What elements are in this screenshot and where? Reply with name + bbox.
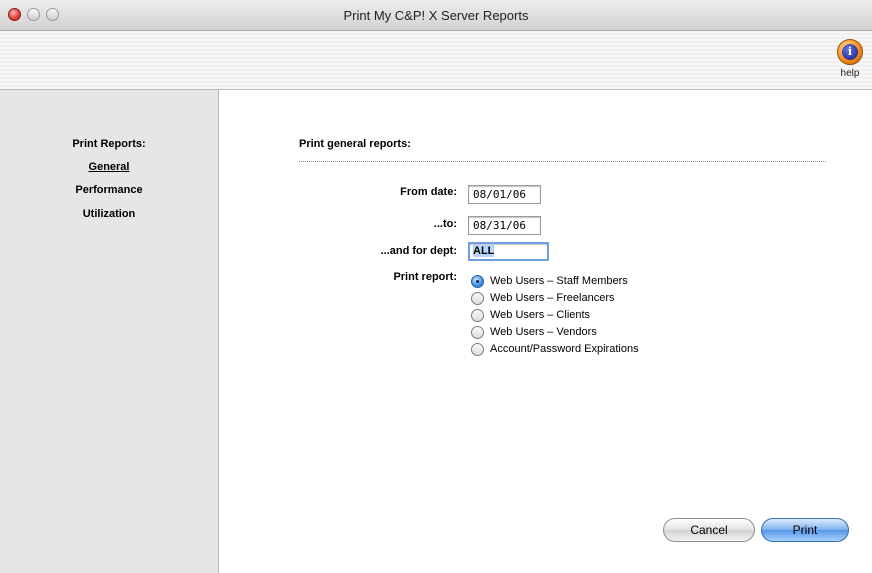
section-title: Print general reports: <box>299 138 411 150</box>
main-panel: Print general reports: From date: 08/01/… <box>219 90 872 573</box>
help-button[interactable]: i help <box>833 37 867 85</box>
toolbar: i help <box>0 31 872 90</box>
to-date-field[interactable]: 08/31/06 <box>468 216 541 235</box>
from-date-label: From date: <box>400 186 457 198</box>
radio-label: Web Users – Freelancers <box>490 292 615 304</box>
sidebar-item-general[interactable]: General <box>0 161 218 173</box>
radio-clients[interactable]: Web Users – Clients <box>471 307 590 323</box>
section-divider <box>299 161 826 162</box>
print-report-label: Print report: <box>393 271 457 283</box>
radio-button[interactable] <box>471 325 484 339</box>
sidebar-item-utilization[interactable]: Utilization <box>0 208 218 220</box>
sidebar-item-label: General <box>88 161 130 173</box>
to-date-label: ...to: <box>433 218 457 230</box>
radio-button[interactable] <box>471 291 484 305</box>
sidebar-item-label: Utilization <box>82 208 136 220</box>
sidebar-item-performance[interactable]: Performance <box>0 184 218 196</box>
dept-label: ...and for dept: <box>380 245 457 257</box>
radio-button[interactable] <box>471 308 484 322</box>
window-title: Print My C&P! X Server Reports <box>343 8 529 23</box>
sidebar: Print Reports: General Performance Utili… <box>0 90 219 573</box>
radio-button[interactable] <box>471 342 484 356</box>
print-button[interactable]: Print <box>761 518 849 542</box>
info-glyph: i <box>842 44 858 60</box>
radio-label: Account/Password Expirations <box>490 343 639 355</box>
cancel-button[interactable]: Cancel <box>663 518 755 542</box>
sidebar-heading: Print Reports: <box>72 138 146 150</box>
title-bar: Print My C&P! X Server Reports <box>0 0 872 31</box>
help-icon: i <box>837 39 863 65</box>
radio-account-password-expirations[interactable]: Account/Password Expirations <box>471 341 639 357</box>
from-date-field[interactable]: 08/01/06 <box>468 185 541 204</box>
radio-label: Web Users – Vendors <box>490 326 597 338</box>
radio-vendors[interactable]: Web Users – Vendors <box>471 324 597 340</box>
radio-label: Web Users – Staff Members <box>490 275 628 287</box>
dept-value-selection: ALL <box>473 245 495 257</box>
radio-freelancers[interactable]: Web Users – Freelancers <box>471 290 615 306</box>
radio-staff-members[interactable]: Web Users – Staff Members <box>471 273 628 289</box>
radio-button-checked[interactable] <box>471 274 484 288</box>
app-window: Print My C&P! X Server Reports i help Pr… <box>0 0 872 573</box>
dept-field[interactable]: ALL <box>468 242 549 261</box>
sidebar-item-label: Performance <box>75 184 143 196</box>
radio-label: Web Users – Clients <box>490 309 591 321</box>
help-label: help <box>840 68 860 79</box>
